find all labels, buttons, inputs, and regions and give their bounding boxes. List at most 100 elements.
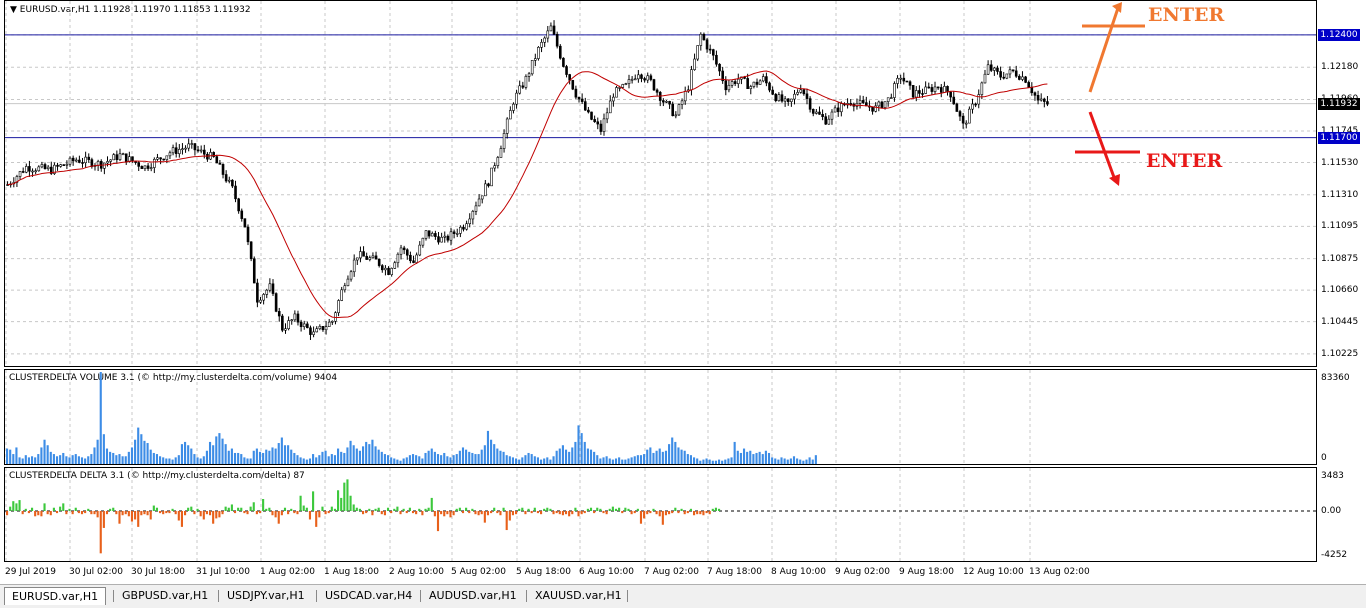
delta-bar	[221, 511, 224, 515]
candle-body	[546, 30, 550, 39]
candle-body	[562, 57, 565, 67]
delta-bar	[630, 511, 633, 515]
delta-bar	[649, 511, 652, 514]
delta-bar	[80, 511, 84, 515]
tab-usdjpy-var-h1[interactable]: USDJPY.var,H1	[220, 587, 312, 605]
candle-body	[640, 74, 643, 79]
level-price-box: 1.11700	[1318, 131, 1360, 144]
candle-body	[312, 331, 315, 335]
delta-bar	[652, 508, 655, 511]
delta-bar	[205, 511, 208, 515]
candle-body	[980, 82, 984, 95]
volume-bar	[290, 449, 293, 464]
price-axis-label: 1.11310	[1321, 189, 1359, 200]
delta-bar	[187, 507, 190, 511]
volume-bar	[649, 447, 652, 464]
volume-bar	[134, 439, 137, 464]
volume-bar	[352, 445, 355, 464]
candle-body	[337, 300, 340, 314]
volume-bar	[630, 457, 633, 464]
volume-bar	[524, 455, 527, 464]
volume-bar	[9, 449, 12, 464]
candle-body	[499, 148, 503, 158]
delta-bar	[380, 511, 383, 515]
candle-body	[827, 118, 831, 125]
volume-bar	[586, 448, 589, 464]
time-axis-label: 30 Jul 02:00	[69, 567, 123, 577]
delta-bar	[633, 511, 636, 514]
candle-body	[40, 164, 44, 168]
delta-bar	[40, 511, 43, 517]
price-axis-label: 1.10875	[1321, 253, 1359, 264]
candle-body	[34, 170, 37, 173]
volume-bar	[99, 372, 102, 464]
candle-body	[746, 78, 749, 89]
volume-bar	[240, 454, 243, 464]
tab-gbpusd-var-h1[interactable]: GBPUSD.var,H1	[115, 587, 215, 605]
delta-bar	[646, 511, 649, 515]
volume-axis-label: 83360	[1321, 373, 1350, 383]
volume-bar	[452, 455, 455, 464]
delta-bar	[465, 507, 468, 511]
volume-bar	[24, 455, 27, 464]
volume-bar	[486, 430, 490, 464]
volume-bar	[386, 455, 390, 464]
candle-body	[149, 167, 153, 169]
volume-bar	[593, 451, 596, 464]
volume-bar	[671, 437, 674, 464]
delta-bar	[408, 507, 411, 511]
volume-bar	[596, 455, 599, 464]
candle-body	[605, 112, 609, 120]
volume-bar	[802, 460, 805, 464]
delta-bar	[62, 503, 65, 511]
candle-body	[196, 149, 200, 152]
tab-xauusd-var-h1[interactable]: XAUUSD.var,H1	[528, 587, 629, 605]
delta-bar	[421, 511, 424, 516]
volume-bar	[43, 439, 46, 464]
candle-body	[365, 255, 368, 260]
candle-body	[577, 96, 581, 100]
delta-bar	[549, 508, 552, 511]
volume-bar	[811, 459, 814, 464]
tab-usdcad-var-h4[interactable]: USDCAD.var,H4	[318, 587, 419, 605]
candle-body	[643, 78, 646, 81]
delta-bar	[77, 511, 80, 514]
volume-bar	[621, 459, 624, 464]
delta-bar	[368, 508, 371, 511]
volume-bar	[436, 454, 440, 464]
candle-body	[306, 323, 309, 329]
delta-bar	[455, 508, 458, 511]
delta-axis-label: -4252	[1321, 550, 1348, 560]
candle-body	[465, 223, 468, 230]
delta-bar	[124, 511, 127, 515]
tab-audusd-var-h1[interactable]: AUDUSD.var,H1	[422, 587, 524, 605]
volume-bar	[368, 444, 371, 464]
time-axis-label: 6 Aug 10:00	[579, 567, 634, 577]
delta-bar	[130, 511, 134, 522]
delta-bar	[552, 511, 555, 515]
candle-body	[971, 103, 974, 110]
candle-body	[518, 85, 521, 94]
volume-bar	[68, 457, 71, 464]
candle-body	[462, 226, 465, 230]
candle-body	[902, 77, 906, 82]
delta-bar	[49, 511, 52, 516]
volume-bar	[59, 455, 62, 464]
candle-body	[702, 33, 706, 41]
tab-eurusd-var-h1[interactable]: EURUSD.var,H1	[4, 587, 107, 605]
volume-bar	[792, 456, 796, 464]
volume-bar	[605, 456, 608, 464]
candle-body	[299, 321, 303, 327]
candle-body	[999, 71, 1002, 78]
candle-body	[836, 107, 840, 113]
delta-bar	[233, 511, 237, 514]
candle-body	[65, 163, 69, 166]
candle-body	[1036, 95, 1040, 101]
candle-body	[996, 67, 999, 72]
volume-bar	[296, 455, 299, 464]
delta-bar	[705, 511, 708, 514]
volume-bar	[483, 445, 486, 464]
candle-body	[905, 80, 909, 83]
candle-body	[986, 64, 990, 75]
candle-body	[271, 283, 275, 294]
